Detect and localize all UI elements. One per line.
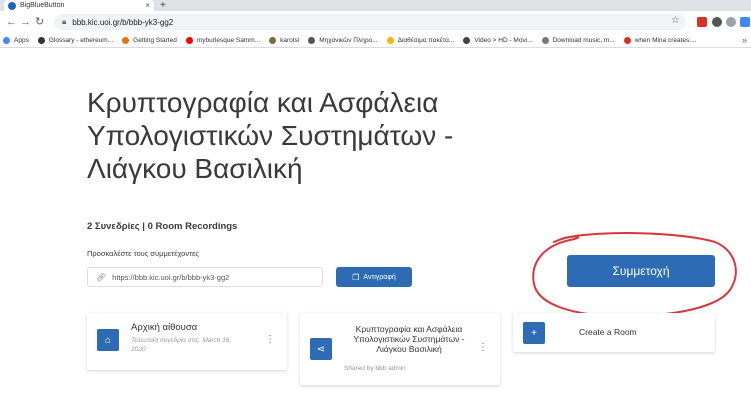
apps-icon — [3, 36, 10, 44]
firefox-icon — [122, 36, 130, 44]
back-icon[interactable]: ← — [6, 15, 17, 29]
bookmark-item[interactable]: Apps — [3, 36, 29, 44]
bookmark-item[interactable]: karotsi — [269, 36, 300, 44]
bookmark-label: myburlesque Samm... — [196, 36, 261, 44]
bookmark-item[interactable]: when Mina creates:... — [623, 36, 697, 44]
reload-icon[interactable]: ↻ — [35, 15, 44, 29]
pinterest-icon — [623, 36, 631, 44]
bookmark-label: Apps — [14, 36, 29, 44]
copy-icon: ❐ — [352, 272, 360, 282]
lock-icon: 🔒︎ — [62, 17, 67, 26]
room-title: Κρυπτογραφία και Ασφάλεια Υπολογιστικών … — [87, 87, 454, 184]
copy-button[interactable]: ❐ Αντιγραφή — [336, 267, 412, 287]
github-icon — [37, 36, 45, 44]
extension-icon[interactable] — [740, 17, 750, 27]
globe-icon — [308, 36, 316, 44]
bookmark-label: Video > HD - Movi... — [474, 36, 533, 44]
invite-url-field[interactable]: 🔗︎ https://bbb.kic.uoi.gr/b/bbb-yk3-gg2 — [87, 267, 323, 287]
grid-icon — [386, 36, 394, 44]
extension-icon[interactable] — [697, 17, 707, 27]
extension-icon[interactable] — [726, 17, 736, 27]
bookmark-item[interactable]: Video > HD - Movi... — [463, 36, 533, 44]
image-icon — [269, 36, 277, 44]
bookmark-item[interactable]: Μηχανικών Πληρο... — [308, 36, 378, 44]
close-tab-icon[interactable]: × — [145, 1, 150, 10]
browser-tab[interactable]: BigBlueButton × — [4, 0, 154, 11]
room-card-last-session: Τελευταία συνεδρία στις: March 16, 2020 — [131, 337, 232, 353]
room-card-name: Αρχική αίθουσα — [131, 322, 198, 333]
room-card-owner: Shared by bbb admin — [344, 365, 406, 372]
bookmark-label: Glossary - ethereum... — [48, 36, 114, 44]
invite-label: Προσκαλέστε τους συμμετέχοντες — [87, 249, 200, 258]
forward-icon[interactable]: → — [20, 15, 31, 29]
extension-icon[interactable] — [712, 17, 722, 27]
more-options-icon[interactable]: ⋮ — [265, 335, 275, 345]
youtube-icon — [185, 36, 193, 44]
create-room-card[interactable]: + Create a Room — [513, 313, 715, 352]
video-icon — [463, 36, 471, 44]
favicon-icon — [8, 1, 16, 10]
bookmarks-bar: Apps Glossary - ethereum... Getting Star… — [0, 33, 751, 48]
browser-tab-bar: BigBlueButton × + — [0, 0, 751, 11]
bookmark-star-icon[interactable]: ☆ — [671, 15, 680, 26]
document-icon — [541, 36, 549, 44]
link-icon: 🔗︎ — [96, 272, 107, 282]
plus-icon: + — [523, 322, 545, 344]
room-card-home[interactable]: ⌂ Αρχική αίθουσα Τελευταία συνεδρία στις… — [87, 313, 287, 370]
browser-toolbar: ← → ↻ 🔒︎ bbb.kic.uoi.gr/b/bbb-yk3-gg2 ☆ — [0, 11, 751, 33]
copy-button-label: Αντιγραφή — [363, 273, 396, 281]
bookmark-item[interactable]: Getting Started — [122, 36, 177, 44]
address-bar[interactable]: 🔒︎ bbb.kic.uoi.gr/b/bbb-yk3-gg2 ☆ — [54, 14, 686, 30]
bookmark-item[interactable]: Διαθέσιμα πακέτα... — [386, 36, 455, 44]
bookmark-item[interactable]: Glossary - ethereum... — [37, 36, 114, 44]
address-url: bbb.kic.uoi.gr/b/bbb-yk3-gg2 — [72, 17, 174, 27]
bookmark-item[interactable]: myburlesque Samm... — [185, 36, 261, 44]
more-options-icon[interactable]: ⋮ — [478, 343, 488, 353]
room-card-name: Κρυπτογραφία και Ασφάλεια Υπολογιστικών … — [353, 324, 465, 354]
bookmark-label: Μηχανικών Πληρο... — [319, 36, 378, 44]
bookmark-label: Getting Started — [133, 36, 177, 44]
bookmark-label: Download music, m... — [552, 36, 615, 44]
bookmark-item[interactable]: Download music, m... — [541, 36, 615, 44]
annotation-circle — [532, 232, 737, 318]
bookmark-label: karotsi — [280, 36, 300, 44]
share-icon: ⋖ — [310, 338, 332, 360]
room-sessions-summary: 2 Συνεδρίες | 0 Room Recordings — [87, 221, 238, 232]
bookmark-label: Διαθέσιμα πακέτα... — [397, 36, 455, 44]
bookmark-label: when Mina creates:... — [634, 36, 697, 44]
invite-url-value: https://bbb.kic.uoi.gr/b/bbb-yk3-gg2 — [112, 272, 230, 282]
tab-title: BigBlueButton — [20, 2, 65, 9]
create-room-label: Create a Room — [579, 327, 637, 337]
room-card-shared[interactable]: ⋖ Κρυπτογραφία και Ασφάλεια Υπολογιστικώ… — [300, 313, 500, 385]
new-tab-button[interactable]: + — [160, 0, 166, 11]
bookmarks-overflow-icon[interactable]: » — [742, 35, 747, 45]
home-icon: ⌂ — [97, 329, 119, 351]
